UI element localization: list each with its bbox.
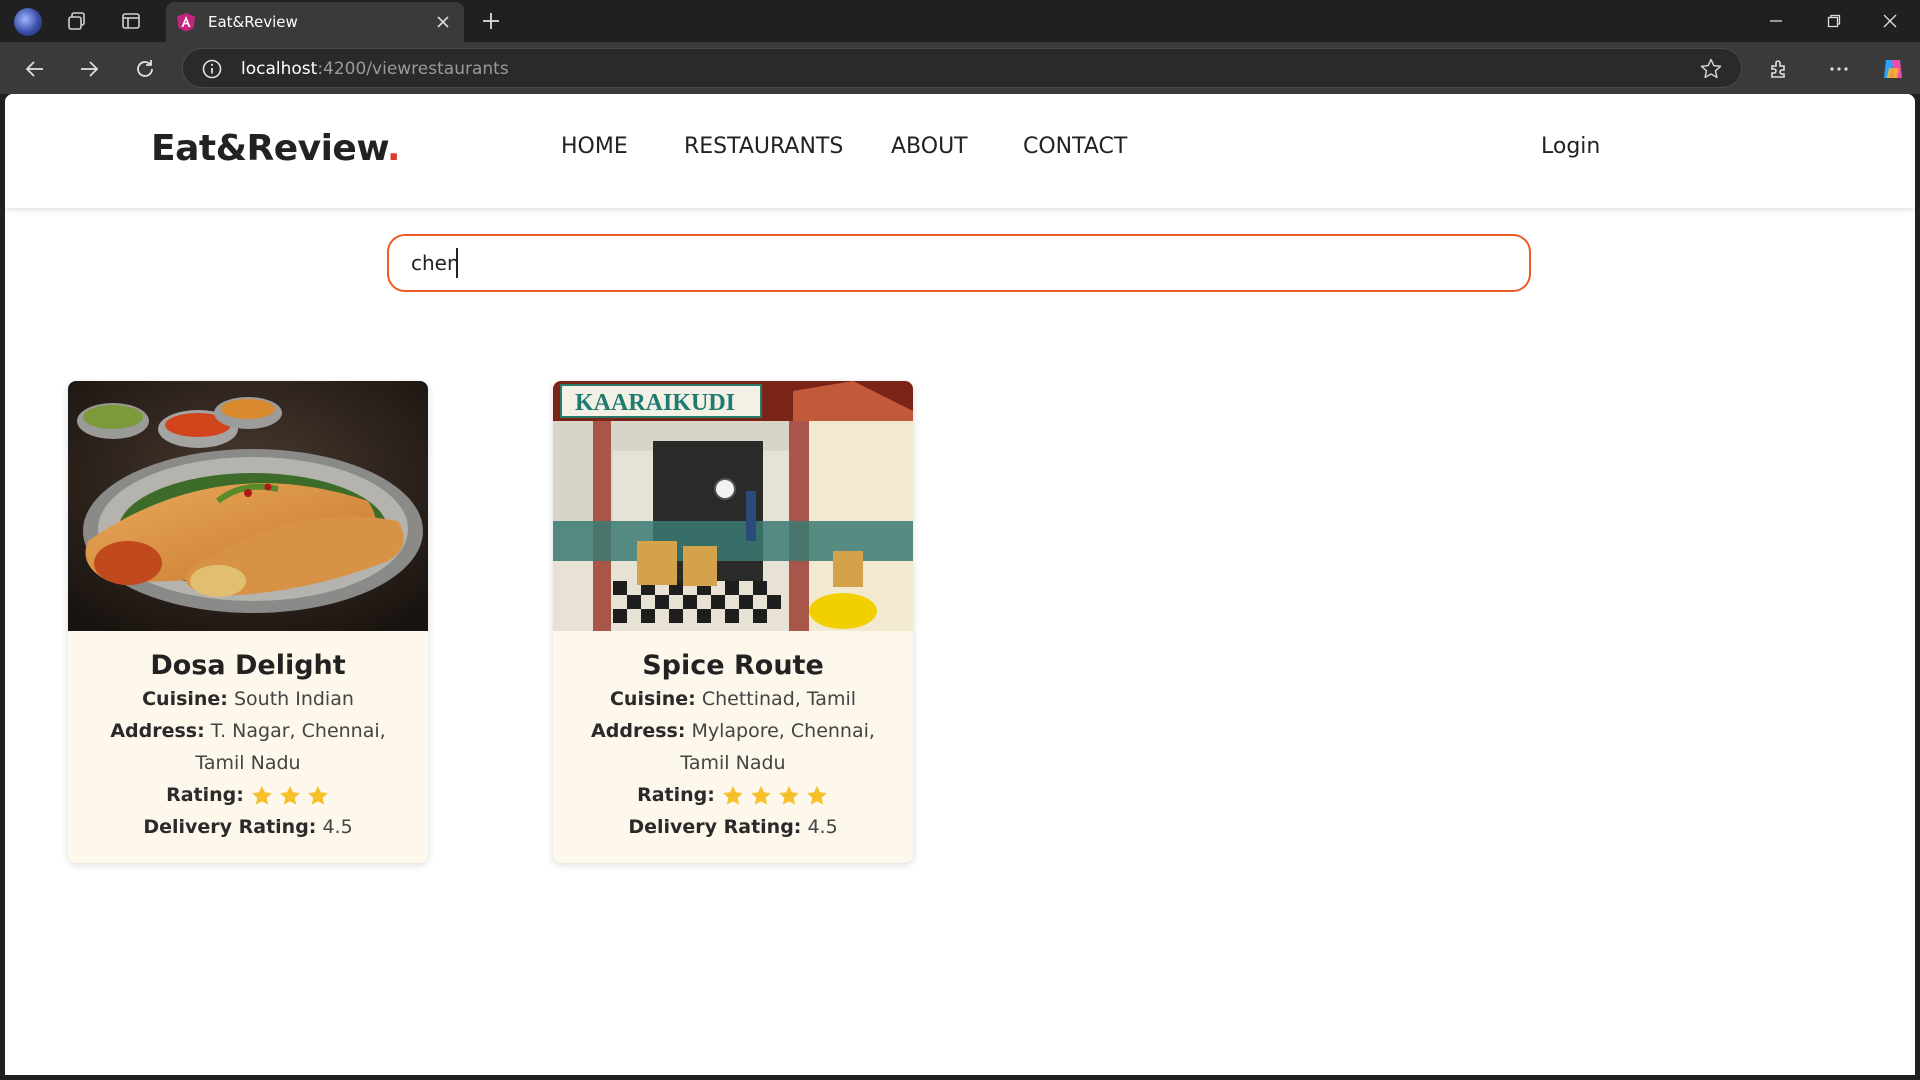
vertical-tabs-icon[interactable]: [118, 8, 144, 34]
restaurant-name: Dosa Delight: [150, 650, 346, 681]
cuisine-line: Cuisine: South Indian: [142, 688, 354, 710]
star-icon: [280, 785, 300, 805]
refresh-icon[interactable]: [130, 54, 160, 84]
search-input[interactable]: [387, 234, 1531, 292]
address-line: Address: T. Nagar, Chennai, Tamil Nadu: [110, 720, 386, 774]
site-info-icon[interactable]: [201, 58, 223, 80]
restore-icon[interactable]: [1814, 6, 1854, 36]
star-icon: [723, 785, 743, 805]
angular-favicon-icon: [177, 13, 195, 32]
forward-icon[interactable]: [74, 54, 104, 84]
minimize-icon[interactable]: [1756, 6, 1796, 36]
address-line: Address: Mylapore, Chennai, Tamil Nadu: [591, 720, 875, 774]
nav-contact[interactable]: CONTACT: [1023, 134, 1127, 159]
workspaces-icon[interactable]: [64, 8, 90, 34]
close-tab-icon[interactable]: [432, 11, 454, 33]
favorite-star-icon[interactable]: [1699, 57, 1723, 81]
rating-line: Rating:: [88, 779, 408, 811]
restaurant-details: Spice Route Cuisine: Chettinad, Tamil Ad…: [553, 631, 913, 843]
profile-avatar[interactable]: [14, 8, 42, 36]
tab-title: Eat&Review: [208, 13, 298, 31]
restaurant-image: [68, 381, 428, 631]
extensions-icon[interactable]: [1764, 54, 1794, 84]
nav-restaurants[interactable]: RESTAURANTS: [684, 134, 843, 159]
cuisine-line: Cuisine: Chettinad, Tamil: [609, 688, 857, 710]
delivery-rating-line: Delivery Rating: 4.5: [628, 816, 838, 838]
restaurant-image: KAARAIKUDI: [553, 381, 913, 631]
browser-tab-bar: Eat&Review: [0, 0, 1920, 42]
address-bar[interactable]: localhost:4200/viewrestaurants: [182, 48, 1742, 88]
more-options-icon[interactable]: [1824, 54, 1854, 84]
text-caret: [456, 248, 458, 278]
copilot-icon[interactable]: [1878, 54, 1908, 84]
rating-stars: [721, 784, 829, 808]
sign-text: KAARAIKUDI: [575, 390, 735, 416]
nav-about[interactable]: ABOUT: [891, 134, 968, 159]
site-header: Eat&Review. HOME RESTAURANTS ABOUT CONTA…: [5, 94, 1915, 208]
rating-stars: [250, 784, 330, 808]
star-icon: [807, 785, 827, 805]
rating-line: Rating:: [573, 779, 893, 811]
close-window-icon[interactable]: [1870, 6, 1910, 36]
nav-home[interactable]: HOME: [561, 134, 628, 159]
restaurant-card[interactable]: KAARAIKUDI Spice Route Cuisine: Chettina…: [553, 381, 913, 863]
page-viewport: Eat&Review. HOME RESTAURANTS ABOUT CONTA…: [5, 94, 1915, 1075]
delivery-rating-line: Delivery Rating: 4.5: [143, 816, 353, 838]
site-logo[interactable]: Eat&Review.: [151, 128, 401, 169]
new-tab-icon[interactable]: [478, 8, 504, 34]
star-icon: [751, 785, 771, 805]
star-icon: [252, 785, 272, 805]
restaurant-name: Spice Route: [642, 650, 824, 681]
url-text: localhost:4200/viewrestaurants: [241, 59, 509, 79]
star-icon: [308, 785, 328, 805]
back-icon[interactable]: [20, 54, 50, 84]
star-icon: [779, 785, 799, 805]
login-link[interactable]: Login: [1541, 134, 1600, 159]
restaurant-details: Dosa Delight Cuisine: South Indian Addre…: [68, 631, 428, 843]
restaurant-card[interactable]: Dosa Delight Cuisine: South Indian Addre…: [68, 381, 428, 863]
active-tab[interactable]: Eat&Review: [166, 2, 464, 42]
